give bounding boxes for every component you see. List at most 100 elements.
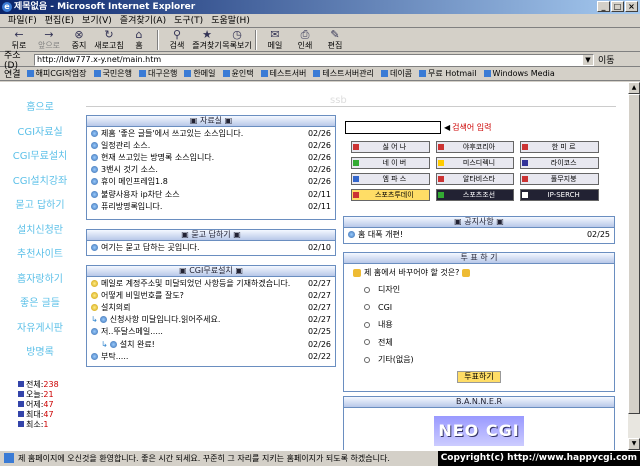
scroll-thumb[interactable] xyxy=(628,94,640,414)
neo-cgi-banner[interactable]: NEO CGI xyxy=(434,416,524,446)
list-item[interactable]: 퓨리방명록입니다. 02/11 xyxy=(87,200,335,212)
item-title[interactable]: 불량사용자 ip차단 소스 xyxy=(101,189,304,200)
item-title[interactable]: 신청사항 미달입니다.읽어주세요. xyxy=(110,314,304,325)
link-item[interactable]: 테스트서버 xyxy=(261,68,307,79)
portal-button[interactable]: IP-SERCH xyxy=(520,189,599,201)
nav-item[interactable]: 묻고 답하기 xyxy=(0,194,80,219)
list-item[interactable]: 제홈 '좋은 글들'에서 쓰고있는 소스입니다. 02/26 xyxy=(87,127,335,139)
link-item[interactable]: 해피CGI작업장 xyxy=(27,68,87,79)
refresh-button[interactable]: ↻ 새로고침 xyxy=(94,29,124,51)
link-item[interactable]: 한메일 xyxy=(184,68,215,79)
vote-option[interactable]: 디자인 xyxy=(344,281,614,299)
link-item[interactable]: 윤인택 xyxy=(223,68,254,79)
portal-button[interactable]: 라이코스 xyxy=(520,157,599,169)
item-title[interactable]: 휴이 메인프레임1.8 xyxy=(101,176,304,187)
vote-option[interactable]: 기타(없음) xyxy=(344,351,614,369)
list-item[interactable]: 현재 쓰고있는 방명록 소스입니다. 02/26 xyxy=(87,151,335,163)
list-item[interactable]: ↳ 설치 완료! 02/26 xyxy=(87,338,335,350)
item-title[interactable]: 퓨리방명록입니다. xyxy=(101,201,304,212)
menu-item[interactable]: 도구(T) xyxy=(170,14,207,27)
list-item[interactable]: 부탁..... 02/22 xyxy=(87,350,335,362)
item-title[interactable]: 어떻게 비밀번호를 잘도? xyxy=(101,290,304,301)
portal-button[interactable]: 네 이 버 xyxy=(351,157,430,169)
portal-button[interactable]: 스포츠조선 xyxy=(435,189,515,201)
item-title[interactable]: 메일로 계정주소및 미달되었던 사항등을 기재하겠습니다. xyxy=(101,278,304,289)
list-item[interactable]: 휴이 메인프레임1.8 02/26 xyxy=(87,176,335,188)
history-button[interactable]: ◷ 목록보기 xyxy=(222,29,252,51)
nav-item[interactable]: CGI설치강좌 xyxy=(0,170,80,195)
scroll-down-icon[interactable]: ▼ xyxy=(628,438,640,450)
item-title[interactable]: 설치의뢰 xyxy=(101,302,304,313)
nav-item[interactable]: 방명록 xyxy=(0,341,80,366)
list-item[interactable]: 홈 대폭 개편! 02/25 xyxy=(344,228,614,240)
item-title[interactable]: 제홈 '좋은 글들'에서 쓰고있는 소스입니다. xyxy=(101,128,304,139)
link-item[interactable]: 국민은행 xyxy=(94,68,132,79)
radio-button[interactable] xyxy=(364,321,370,328)
search-button[interactable]: ⚲ 검색 xyxy=(162,29,192,51)
link-item[interactable]: Windows Media xyxy=(484,69,555,78)
menu-item[interactable]: 편집(E) xyxy=(41,14,78,27)
list-item[interactable]: 불량사용자 ip차단 소스 02/11 xyxy=(87,188,335,200)
radio-button[interactable] xyxy=(364,286,370,293)
stop-button[interactable]: ⊗ 중지 xyxy=(64,29,94,51)
maximize-button[interactable]: □ xyxy=(611,1,624,12)
menu-item[interactable]: 도움말(H) xyxy=(207,14,254,27)
nav-item[interactable]: 추천사이트 xyxy=(0,243,80,268)
nav-item[interactable]: 설치신청란 xyxy=(0,219,80,244)
item-title[interactable]: 홈 대폭 개편! xyxy=(358,229,583,240)
close-button[interactable]: × xyxy=(625,1,638,12)
item-title[interactable]: 저..뚜달스메일..... xyxy=(101,326,304,337)
home-button[interactable]: ⌂ 홈 xyxy=(124,29,154,51)
list-item[interactable]: ↳ 신청사항 미달입니다.읽어주세요. 02/27 xyxy=(87,314,335,326)
portal-button[interactable]: 엠 파 스 xyxy=(351,173,430,185)
minimize-button[interactable]: _ xyxy=(597,1,610,12)
portal-button[interactable]: 알타비스타 xyxy=(435,173,515,185)
vote-option[interactable]: CGI xyxy=(344,299,614,317)
nav-item[interactable]: CGI무료설치 xyxy=(0,145,80,170)
item-title[interactable]: 현재 쓰고있는 방명록 소스입니다. xyxy=(101,152,304,163)
nav-item[interactable]: CGI자료실 xyxy=(0,121,80,146)
item-title[interactable]: 여기는 묻고 답하는 곳입니다. xyxy=(101,242,304,253)
vote-option[interactable]: 내용 xyxy=(344,316,614,334)
menu-item[interactable]: 파일(F) xyxy=(4,14,41,27)
portal-button[interactable]: 야후코리아 xyxy=(435,141,515,153)
portal-button[interactable]: 풀무지붕 xyxy=(520,173,599,185)
item-title[interactable]: 3밴시 것기 소스. xyxy=(101,164,304,175)
item-title[interactable]: 일정관리 소스. xyxy=(101,140,304,151)
list-item[interactable]: 여기는 묻고 답하는 곳입니다. 02/10 xyxy=(87,241,335,253)
nav-item[interactable]: 좋은 글들 xyxy=(0,292,80,317)
nav-item[interactable]: 홈으로 xyxy=(0,96,80,121)
item-title[interactable]: 설치 완료! xyxy=(120,339,304,350)
address-dropdown-icon[interactable]: ▼ xyxy=(583,54,593,65)
link-item[interactable]: 대구은행 xyxy=(139,68,177,79)
menu-item[interactable]: 보기(V) xyxy=(78,14,116,27)
link-item[interactable]: 무료 Hotmail xyxy=(419,68,476,79)
radio-button[interactable] xyxy=(364,356,370,363)
address-input[interactable]: http://ldw777.x-y.net/main.htm ▼ xyxy=(34,53,594,66)
list-item[interactable]: 일정관리 소스. 02/26 xyxy=(87,139,335,151)
list-item[interactable]: 설치의뢰 02/27 xyxy=(87,301,335,313)
search-input[interactable] xyxy=(345,120,441,134)
radio-button[interactable] xyxy=(364,304,370,311)
go-button[interactable]: 이동 xyxy=(598,53,615,66)
print-button[interactable]: ⎙ 인쇄 xyxy=(290,29,320,51)
portal-button[interactable]: 스포츠투데이 xyxy=(351,189,430,201)
edit-button[interactable]: ✎ 편집 xyxy=(320,29,350,51)
nav-item[interactable]: 자유게시판 xyxy=(0,317,80,342)
list-item[interactable]: 어떻게 비밀번호를 잘도? 02/27 xyxy=(87,289,335,301)
vote-option[interactable]: 전체 xyxy=(344,334,614,352)
nav-item[interactable]: 홈자랑하기 xyxy=(0,268,80,293)
link-item[interactable]: 데이콤 xyxy=(381,68,412,79)
portal-button[interactable]: 미스디렉니 xyxy=(435,157,515,169)
forward-button[interactable]: → 앞으로 xyxy=(34,29,64,51)
mail-button[interactable]: ✉ 메일 xyxy=(260,29,290,51)
list-item[interactable]: 저..뚜달스메일..... 02/25 xyxy=(87,326,335,338)
portal-button[interactable]: 싫 어 나 xyxy=(351,141,430,153)
radio-button[interactable] xyxy=(364,339,370,346)
vote-button[interactable]: 투표하기 xyxy=(457,370,501,383)
link-item[interactable]: 테스트서버관리 xyxy=(313,68,374,79)
vertical-scrollbar[interactable]: ▲ ▼ xyxy=(628,82,640,450)
list-item[interactable]: 3밴시 것기 소스. 02/26 xyxy=(87,164,335,176)
portal-button[interactable]: 한 미 르 xyxy=(520,141,599,153)
item-title[interactable]: 부탁..... xyxy=(101,351,304,362)
